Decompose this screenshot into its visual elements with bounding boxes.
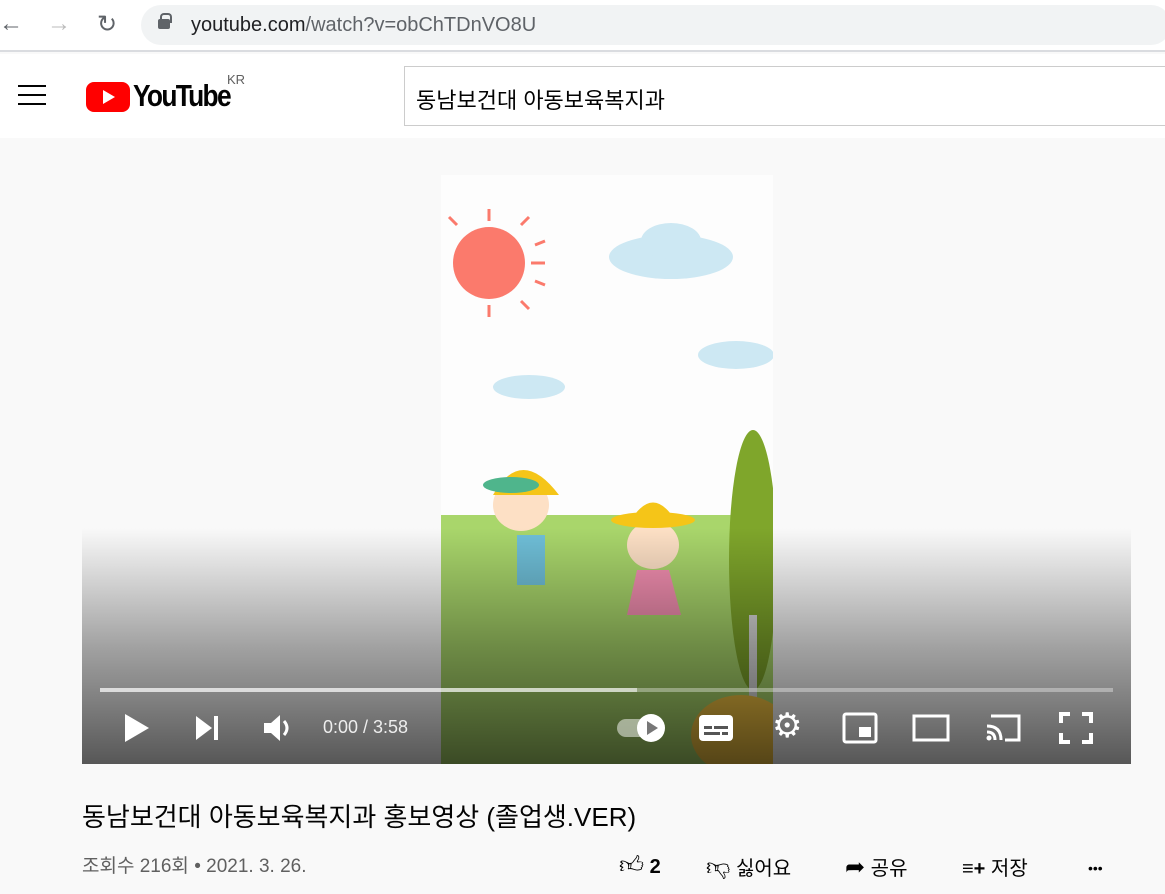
- play-icon[interactable]: [122, 712, 152, 744]
- video-player[interactable]: 0:00 / 3:58 ⚙: [82, 138, 1131, 764]
- share-icon: ➦: [845, 854, 866, 881]
- view-count: 조회수 216회: [82, 856, 189, 877]
- region-label: KR: [227, 72, 246, 87]
- like-count: 2: [649, 856, 661, 878]
- youtube-header: YouTube KR 동남보건대 아동보육복지과: [0, 54, 1165, 138]
- like-button[interactable]: 👍︎ 2: [619, 852, 661, 880]
- settings-icon[interactable]: ⚙: [772, 706, 802, 746]
- address-bar[interactable]: youtube.com/watch?v=obChTDnVO8U: [141, 5, 1165, 45]
- cast-icon[interactable]: [985, 712, 1023, 744]
- reload-icon[interactable]: ↻: [92, 10, 122, 39]
- save-button[interactable]: ≡+ 저장: [962, 852, 1028, 881]
- buffered-bar: [100, 688, 637, 692]
- progress-bar[interactable]: [100, 688, 1113, 692]
- upload-date: 2021. 3. 26.: [206, 856, 307, 877]
- next-icon[interactable]: [194, 714, 222, 742]
- menu-icon[interactable]: [18, 85, 46, 105]
- autoplay-toggle[interactable]: [615, 712, 667, 744]
- browser-toolbar: ← → ↻ youtube.com/watch?v=obChTDnVO8U: [0, 0, 1165, 52]
- more-actions-button[interactable]: •••: [1088, 860, 1103, 876]
- save-label: 저장: [990, 858, 1028, 880]
- thumbs-up-icon: 👍︎: [619, 852, 645, 879]
- dislike-label: 싫어요: [735, 858, 792, 880]
- subtitles-icon[interactable]: [698, 714, 734, 742]
- share-label: 공유: [870, 858, 908, 880]
- controls-gradient: [82, 528, 1131, 764]
- lock-icon: [158, 13, 172, 29]
- video-title: 동남보건대 아동보육복지과 홍보영상 (졸업생.VER): [82, 802, 637, 832]
- sun: [453, 227, 525, 299]
- back-icon[interactable]: ←: [0, 10, 26, 38]
- youtube-logo-icon[interactable]: [86, 82, 130, 112]
- fullscreen-icon[interactable]: [1059, 712, 1093, 744]
- playlist-add-icon: ≡+: [962, 858, 986, 880]
- dislike-button[interactable]: 👎︎ 싫어요: [706, 852, 791, 882]
- url-path: /watch?v=obChTDnVO8U: [305, 14, 537, 36]
- url-host: youtube.com: [191, 14, 306, 36]
- share-button[interactable]: ➦ 공유: [845, 852, 907, 882]
- thumbs-down-icon: 👎︎: [706, 854, 731, 881]
- search-input[interactable]: 동남보건대 아동보육복지과: [404, 66, 1165, 126]
- video-meta: 조회수 216회 • 2021. 3. 26.: [82, 851, 307, 878]
- miniplayer-icon[interactable]: [842, 712, 878, 744]
- forward-icon[interactable]: →: [44, 10, 74, 38]
- youtube-logo-text[interactable]: YouTube: [133, 78, 232, 114]
- theater-mode-icon[interactable]: [912, 714, 950, 742]
- volume-icon[interactable]: [262, 713, 296, 743]
- time-display: 0:00 / 3:58: [323, 717, 409, 737]
- separator: •: [194, 856, 201, 877]
